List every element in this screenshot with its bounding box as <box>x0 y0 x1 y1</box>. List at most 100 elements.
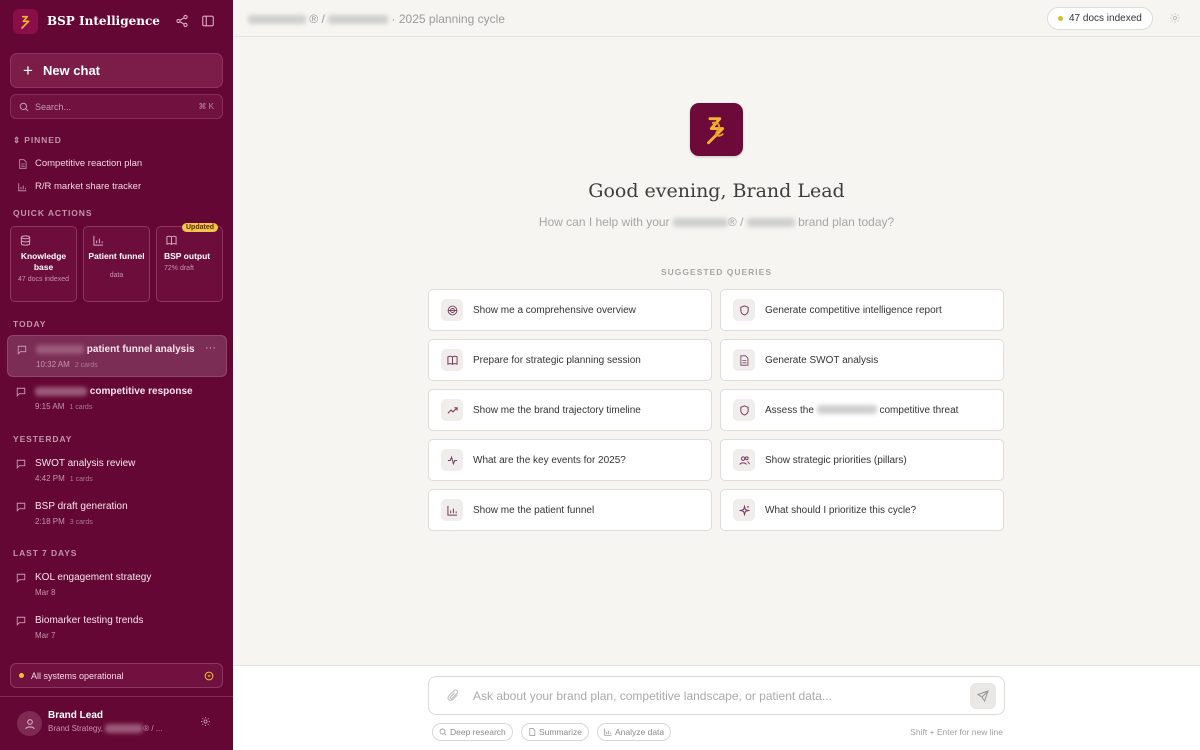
pinned-item-market-share-tracker[interactable]: R/R market share tracker <box>18 181 141 192</box>
query-strategic-priorities[interactable]: Show strategic priorities (pillars) <box>720 439 1004 481</box>
search-input[interactable]: Search... ⌘ K <box>10 94 223 119</box>
deep-research-chip[interactable]: Deep research <box>432 723 513 741</box>
user-name: Brand Lead <box>48 710 104 721</box>
system-status[interactable]: All systems operational <box>10 663 223 688</box>
hero-logo <box>690 103 743 156</box>
last-7-days-label: LAST 7 DAYS <box>13 548 78 558</box>
chat-item-biomarker-testing-trends[interactable]: Biomarker testing trends Mar 7 <box>7 607 227 649</box>
redacted-text <box>746 218 795 228</box>
chat-item-patient-funnel-analysis[interactable]: patient funnel analysis 10:32 AM 2 cards … <box>7 335 227 377</box>
chat-title: patient funnel analysis <box>36 344 195 355</box>
user-profile[interactable]: Brand Lead Brand Strategy, ® / ... <box>17 710 223 740</box>
chat-title: KOL engagement strategy <box>35 572 152 583</box>
sidebar-header: BSP Intelligence <box>0 0 233 42</box>
sidebar: BSP Intelligence + New chat Search... ⌘ … <box>0 0 233 750</box>
chat-item-competitive-response[interactable]: competitive response 9:15 AM 1 cards <box>7 378 227 420</box>
search-icon <box>19 102 29 111</box>
query-label: Show strategic priorities (pillars) <box>765 454 907 466</box>
chat-item-kol-engagement-strategy[interactable]: KOL engagement strategy Mar 8 <box>7 564 227 606</box>
query-competitive-intelligence-report[interactable]: Generate competitive intelligence report <box>720 289 1004 331</box>
status-text: All systems operational <box>31 670 124 681</box>
chat-item-swot-analysis-review[interactable]: SWOT analysis review 4:42 PM 1 cards <box>7 450 227 492</box>
quick-action-title: BSP output <box>164 251 211 261</box>
breadcrumb[interactable]: ® / · 2025 planning cycle <box>248 12 505 26</box>
query-label: Show me the brand trajectory timeline <box>473 404 641 416</box>
quick-action-knowledge-base[interactable]: Knowledge base 47 docs indexed <box>10 226 77 302</box>
message-icon <box>16 459 26 469</box>
chat-meta: 9:15 AM 1 cards <box>35 402 93 411</box>
breadcrumb-tail: · 2025 planning cycle <box>391 12 505 26</box>
message-icon <box>16 573 26 583</box>
summarize-chip[interactable]: Summarize <box>521 723 589 741</box>
pulse-icon <box>441 449 463 471</box>
quick-actions-label: QUICK ACTIONS <box>13 208 93 218</box>
user-role: Brand Strategy, ® / ... <box>48 724 163 734</box>
quick-action-sub: 47 docs indexed <box>18 276 69 283</box>
quick-action-title: Patient funnel <box>88 251 145 261</box>
composer-bar: Ask about your brand plan, competitive l… <box>233 665 1200 750</box>
redacted-text <box>672 218 728 228</box>
sidebar-toggle-icon[interactable] <box>201 14 215 28</box>
globe-icon <box>441 299 463 321</box>
quick-action-title: Knowledge base <box>20 251 67 272</box>
query-strategic-planning-session[interactable]: Prepare for strategic planning session <box>428 339 712 381</box>
search-shortcut: ⌘ K <box>198 102 214 111</box>
quick-action-sub: data <box>109 272 124 279</box>
query-label: Show me the patient funnel <box>473 504 595 516</box>
analyze-data-chip[interactable]: Analyze data <box>597 723 672 741</box>
send-button[interactable] <box>970 683 996 709</box>
redacted-text <box>248 15 306 25</box>
book-icon <box>441 349 463 371</box>
database-icon <box>20 235 31 246</box>
shield-icon <box>733 399 755 421</box>
docs-indexed-badge[interactable]: 47 docs indexed <box>1047 7 1153 30</box>
quick-action-bsp-output[interactable]: Updated BSP output 72% draft <box>156 223 223 302</box>
newline-hint: Shift + Enter for new line <box>910 727 1003 737</box>
redacted-text <box>35 386 87 396</box>
query-label: Generate SWOT analysis <box>765 354 879 366</box>
search-placeholder: Search... <box>35 101 72 112</box>
query-key-events-2025[interactable]: What are the key events for 2025? <box>428 439 712 481</box>
chat-title: SWOT analysis review <box>35 458 136 469</box>
more-options-icon[interactable]: ··· <box>205 342 216 354</box>
query-label: Generate competitive intelligence report <box>765 304 942 316</box>
user-settings-icon[interactable] <box>200 716 211 727</box>
document-icon <box>733 349 755 371</box>
bar-chart-icon <box>93 235 104 246</box>
app-logo[interactable] <box>13 9 38 34</box>
chat-meta: 2:18 PM 3 cards <box>35 517 93 526</box>
query-brand-trajectory-timeline[interactable]: Show me the brand trajectory timeline <box>428 389 712 431</box>
send-icon <box>977 690 989 702</box>
query-prioritize-cycle[interactable]: What should I prioritize this cycle? <box>720 489 1004 531</box>
shield-icon <box>733 299 755 321</box>
chat-meta: Mar 8 <box>35 588 56 597</box>
bar-chart-icon <box>604 728 612 736</box>
chat-input[interactable]: Ask about your brand plan, competitive l… <box>428 676 1005 715</box>
bar-chart-icon <box>18 182 27 192</box>
paperclip-icon[interactable] <box>447 689 460 702</box>
share-icon[interactable] <box>175 14 189 28</box>
query-swot-analysis[interactable]: Generate SWOT analysis <box>720 339 1004 381</box>
query-patient-funnel[interactable]: Show me the patient funnel <box>428 489 712 531</box>
query-label: What should I prioritize this cycle? <box>765 504 917 516</box>
new-chat-button[interactable]: + New chat <box>10 53 223 88</box>
query-comprehensive-overview[interactable]: Show me a comprehensive overview <box>428 289 712 331</box>
chevron-icon <box>204 671 214 681</box>
yesterday-label: YESTERDAY <box>13 434 73 444</box>
gear-icon[interactable] <box>1169 12 1181 24</box>
document-icon <box>18 158 27 169</box>
quick-action-patient-funnel[interactable]: Patient funnel data <box>83 226 150 302</box>
chat-input-placeholder: Ask about your brand plan, competitive l… <box>473 689 832 703</box>
sparkle-icon <box>733 499 755 521</box>
redacted-text <box>105 724 144 734</box>
status-dot <box>1058 16 1063 21</box>
status-dot <box>19 673 24 678</box>
chat-meta: 10:32 AM 2 cards <box>36 360 98 369</box>
pinned-item-competitive-reaction-plan[interactable]: Competitive reaction plan <box>18 158 142 169</box>
chat-title: Biomarker testing trends <box>35 615 144 626</box>
query-label: Prepare for strategic planning session <box>473 354 641 366</box>
plus-icon: + <box>23 61 33 80</box>
user-icon <box>24 718 35 729</box>
query-assess-competitive-threat[interactable]: Assess the competitive threat <box>720 389 1004 431</box>
chat-item-bsp-draft-generation[interactable]: BSP draft generation 2:18 PM 3 cards <box>7 493 227 535</box>
